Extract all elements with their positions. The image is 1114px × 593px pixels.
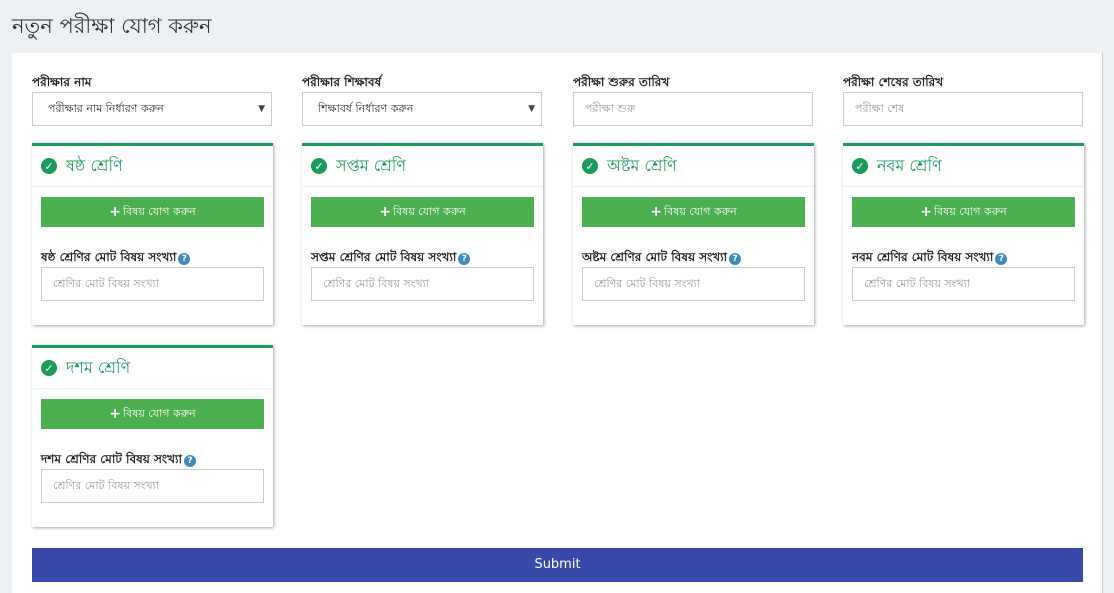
add-subject-button[interactable]: + বিষয় যোগ করুন — [41, 399, 264, 429]
start-date-input[interactable]: পরীক্ষা শুরু — [573, 92, 813, 126]
class-card-header: ✓ দশম শ্রেণি — [32, 348, 273, 389]
check-circle-icon: ✓ — [41, 360, 57, 376]
check-circle-icon: ✓ — [852, 158, 868, 174]
class-card: ✓ নবম শ্রেণি + বিষয় যোগ করুন নবম শ্রেণির … — [843, 143, 1084, 325]
check-circle-icon: ✓ — [41, 158, 57, 174]
start-date-field: পরীক্ষা শুরুর তারিখ পরীক্ষা শুরু — [573, 72, 813, 126]
class-title: নবম শ্রেণি — [877, 155, 942, 175]
academic-year-select[interactable]: শিক্ষাবর্ষ নির্ধারণ করুন ▼ — [302, 92, 542, 126]
class-card-header: ✓ অষ্টম শ্রেণি — [573, 146, 814, 187]
class-card: ✓ অষ্টম শ্রেণি + বিষয় যোগ করুন অষ্টম শ্রে… — [573, 143, 814, 325]
dropdown-caret-icon: ▼ — [258, 104, 265, 114]
add-subject-label: বিষয় যোগ করুন — [664, 204, 737, 218]
class-card: ✓ ষষ্ঠ শ্রেণি + বিষয় যোগ করুন ষষ্ঠ শ্রেণি… — [32, 143, 273, 325]
end-date-input[interactable]: পরীক্ষা শেষ — [843, 92, 1083, 126]
subject-count-label-text: নবম শ্রেণির মোট বিষয় সংখ্যা — [852, 250, 994, 264]
subject-count-label-text: ষষ্ঠ শ্রেণির মোট বিষয় সংখ্যা — [41, 250, 177, 264]
exam-name-select[interactable]: পরীক্ষার নাম নির্ধারণ করুন ▼ — [32, 92, 272, 126]
exam-name-label: পরীক্ষার নাম — [32, 75, 92, 89]
subject-count-label: অষ্টম শ্রেণির মোট বিষয় সংখ্যা? — [582, 247, 805, 267]
check-circle-icon: ✓ — [582, 158, 598, 174]
start-date-label: পরীক্ষা শুরুর তারিখ — [573, 75, 670, 89]
add-subject-button[interactable]: + বিষয় যোগ করুন — [41, 197, 264, 227]
class-title: ষষ্ঠ শ্রেণি — [66, 155, 123, 175]
page-title: নতুন পরীক্ষা যোগ করুন — [12, 14, 212, 38]
add-subject-label: বিষয় যোগ করুন — [393, 204, 466, 218]
class-card-header: ✓ নবম শ্রেণি — [843, 146, 1084, 187]
plus-icon: + — [920, 204, 932, 220]
help-icon[interactable]: ? — [183, 455, 196, 467]
subject-count-label-text: অষ্টম শ্রেণির মোট বিষয় সংখ্যা — [582, 250, 728, 264]
plus-icon: + — [109, 406, 121, 422]
subject-count-input[interactable]: শ্রেণির মোট বিষয় সংখ্যা — [41, 267, 264, 301]
add-subject-button[interactable]: + বিষয় যোগ করুন — [311, 197, 534, 227]
help-icon[interactable]: ? — [995, 253, 1008, 265]
end-date-field: পরীক্ষা শেষের তারিখ পরীক্ষা শেষ — [843, 72, 1083, 126]
check-circle-icon: ✓ — [311, 158, 327, 174]
end-date-label: পরীক্ষা শেষের তারিখ — [843, 75, 944, 89]
academic-year-field: পরীক্ষার শিক্ষাবর্ষ শিক্ষাবর্ষ নির্ধারণ … — [302, 72, 542, 126]
class-title: সপ্তম শ্রেণি — [336, 155, 407, 175]
help-icon[interactable]: ? — [178, 253, 191, 265]
academic-year-value: শিক্ষাবর্ষ নির্ধারণ করুন — [318, 102, 414, 115]
subject-count-label: নবম শ্রেণির মোট বিষয় সংখ্যা? — [852, 247, 1075, 267]
help-icon[interactable]: ? — [729, 253, 742, 265]
plus-icon: + — [109, 204, 121, 220]
exam-name-value: পরীক্ষার নাম নির্ধারণ করুন — [48, 102, 164, 115]
class-card: ✓ সপ্তম শ্রেণি + বিষয় যোগ করুন সপ্তম শ্রে… — [302, 143, 543, 325]
add-subject-label: বিষয় যোগ করুন — [934, 204, 1007, 218]
exam-name-field: পরীক্ষার নাম পরীক্ষার নাম নির্ধারণ করুন ▼ — [32, 72, 272, 126]
subject-count-label: ষষ্ঠ শ্রেণির মোট বিষয় সংখ্যা? — [41, 247, 264, 267]
academic-year-label: পরীক্ষার শিক্ষাবর্ষ — [302, 75, 382, 89]
plus-icon: + — [379, 204, 391, 220]
dropdown-caret-icon: ▼ — [528, 104, 535, 114]
plus-icon: + — [650, 204, 662, 220]
subject-count-label: দশম শ্রেণির মোট বিষয় সংখ্যা? — [41, 449, 264, 469]
class-card: ✓ দশম শ্রেণি + বিষয় যোগ করুন দশম শ্রেণির … — [32, 345, 273, 527]
add-subject-label: বিষয় যোগ করুন — [123, 406, 196, 420]
subject-count-input[interactable]: শ্রেণির মোট বিষয় সংখ্যা — [582, 267, 805, 301]
add-subject-button[interactable]: + বিষয় যোগ করুন — [582, 197, 805, 227]
subject-count-label: সপ্তম শ্রেণির মোট বিষয় সংখ্যা? — [311, 247, 534, 267]
class-title: অষ্টম শ্রেণি — [607, 155, 677, 175]
subject-count-input[interactable]: শ্রেণির মোট বিষয় সংখ্যা — [41, 469, 264, 503]
help-icon[interactable]: ? — [458, 253, 471, 265]
subject-count-input[interactable]: শ্রেণির মোট বিষয় সংখ্যা — [852, 267, 1075, 301]
add-subject-label: বিষয় যোগ করুন — [123, 204, 196, 218]
subject-count-input[interactable]: শ্রেণির মোট বিষয় সংখ্যা — [311, 267, 534, 301]
subject-count-label-text: দশম শ্রেণির মোট বিষয় সংখ্যা — [41, 452, 182, 466]
add-subject-button[interactable]: + বিষয় যোগ করুন — [852, 197, 1075, 227]
submit-button[interactable]: Submit — [32, 548, 1083, 582]
class-title: দশম শ্রেণি — [66, 357, 131, 377]
subject-count-label-text: সপ্তম শ্রেণির মোট বিষয় সংখ্যা — [311, 250, 457, 264]
class-card-header: ✓ সপ্তম শ্রেণি — [302, 146, 543, 187]
class-card-header: ✓ ষষ্ঠ শ্রেণি — [32, 146, 273, 187]
